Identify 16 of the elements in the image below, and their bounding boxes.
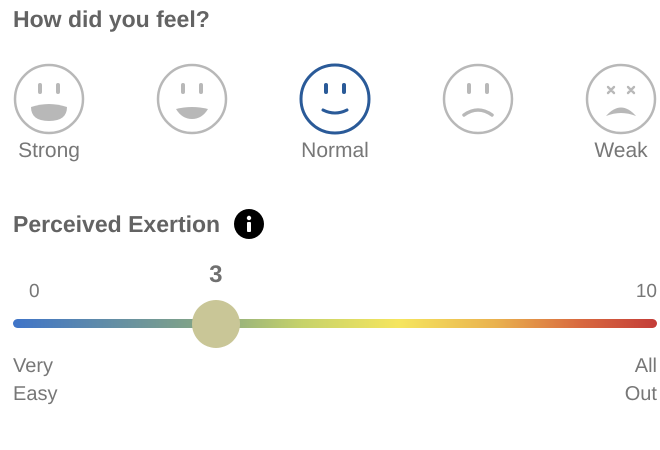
section-title: Perceived Exertion xyxy=(13,210,220,238)
section-title: How did you feel? xyxy=(13,6,210,33)
scale-caption: All Out xyxy=(624,354,657,407)
info-icon[interactable] xyxy=(234,209,264,239)
sad-face-icon[interactable] xyxy=(442,63,514,135)
slider-value: 3 xyxy=(209,261,223,289)
face-label: Normal xyxy=(301,139,369,164)
scale-label: 10 xyxy=(636,281,657,303)
face-label: Strong xyxy=(18,139,80,164)
happy-face-icon[interactable] xyxy=(13,63,85,135)
smiley-face-icon[interactable] xyxy=(299,63,371,135)
face-label: Weak xyxy=(594,139,648,164)
scale-label: 0 xyxy=(28,281,40,303)
dizzy-face-icon[interactable] xyxy=(585,63,657,135)
scale-caption: Very Easy xyxy=(13,354,58,407)
happy-face-icon[interactable] xyxy=(156,63,228,135)
